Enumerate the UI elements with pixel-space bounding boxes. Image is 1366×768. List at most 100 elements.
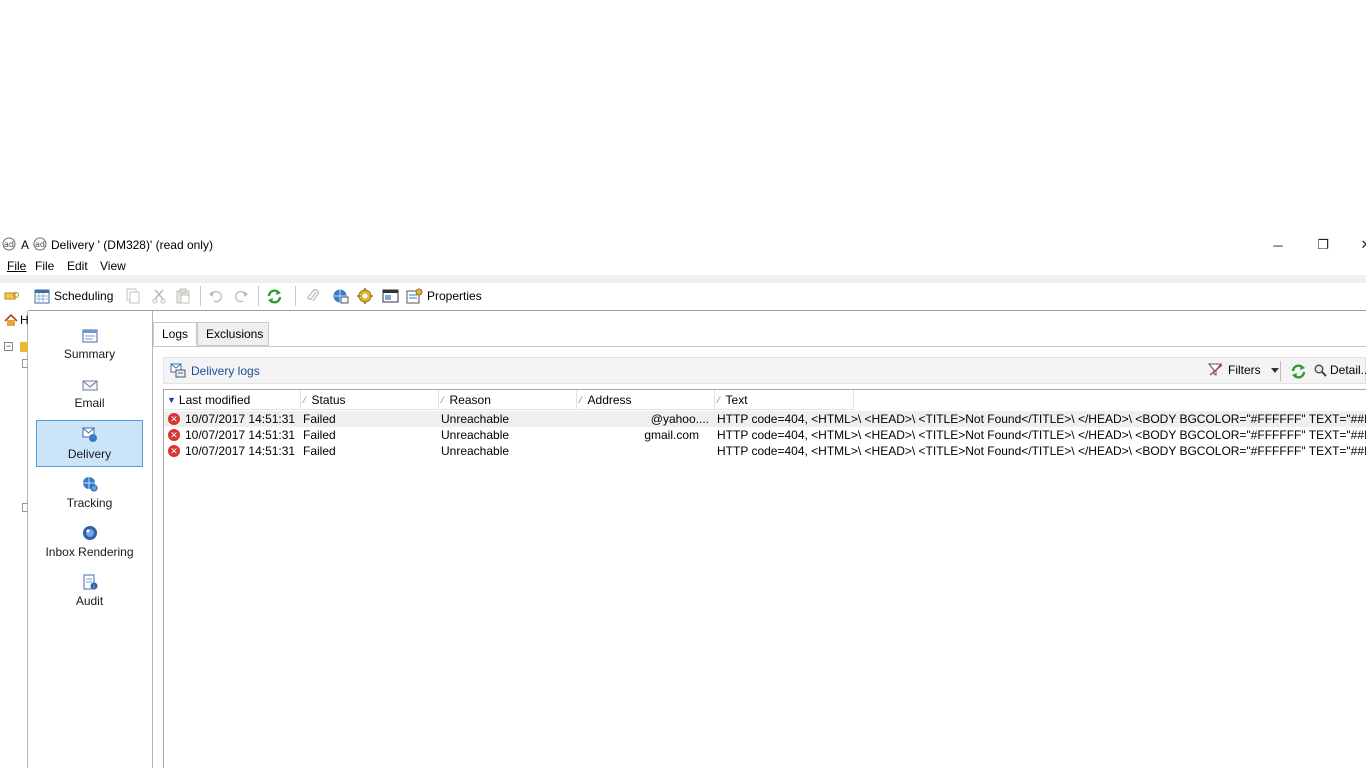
properties-button[interactable]: Properties (406, 287, 482, 305)
folder-key-icon[interactable] (4, 287, 20, 305)
table-row[interactable]: ✕ 10/07/2017 14:51:31 Failed Unreachable… (164, 411, 1366, 427)
email-icon (82, 378, 98, 392)
filters-button[interactable]: Filters (1208, 363, 1279, 377)
sort-indicator-icon: ⁄ (580, 394, 582, 405)
cell-reason: Unreachable (441, 428, 510, 442)
nav-delivery[interactable]: Delivery (36, 420, 143, 467)
cell-last-modified: 10/07/2017 14:51:31 (185, 412, 296, 426)
attachment-icon[interactable] (306, 287, 320, 305)
menu-view[interactable]: View (100, 259, 126, 273)
table-row[interactable]: ✕ 10/07/2017 14:51:31 Failed Unreachable… (164, 443, 1366, 459)
cell-status: Failed (303, 444, 336, 458)
window-title: Delivery ' (DM328)' (read only) (51, 238, 213, 252)
column-header-label: Text (725, 392, 748, 407)
cell-text: HTTP code=404, <HTML>\ <HEAD>\ <TITLE>No… (717, 428, 1366, 442)
refresh-icon[interactable] (266, 287, 283, 305)
column-header-label: Address (587, 392, 632, 407)
tab-exclusions[interactable]: Exclusions (197, 322, 269, 346)
delivery-logs-label: Delivery logs (191, 363, 260, 378)
delivery-app-icon: ad (33, 237, 47, 251)
delivery-logs-link[interactable]: Delivery logs (170, 363, 260, 378)
undo-icon[interactable] (208, 287, 224, 305)
column-header-text[interactable]: ⁄ Text (715, 390, 854, 410)
nav-tracking[interactable]: Tracking (36, 470, 143, 516)
nav-audit[interactable]: i Audit (36, 568, 143, 614)
nav-summary-label: Summary (63, 347, 116, 361)
column-header-label: Status (311, 392, 346, 407)
detail-button[interactable]: Detail... (1314, 363, 1366, 377)
toolbar-separator (258, 286, 259, 306)
web-delivery-icon[interactable] (332, 287, 349, 305)
menu-edit[interactable]: Edit (67, 259, 88, 273)
nav-email[interactable]: Email (36, 372, 143, 418)
close-button[interactable]: ✕ (1356, 236, 1366, 254)
nav-delivery-label: Delivery (67, 447, 112, 461)
toolbar: Scheduling Properties (0, 283, 1366, 309)
column-header-status[interactable]: ⁄ Status (301, 390, 439, 410)
settings-globe-icon[interactable] (357, 287, 374, 305)
properties-icon (406, 288, 423, 304)
nav-inbox-rendering[interactable]: Inbox Rendering (36, 519, 143, 565)
cell-text: HTTP code=404, <HTML>\ <HEAD>\ <TITLE>No… (717, 444, 1366, 458)
toolbar-border (28, 310, 1366, 311)
column-header-reason[interactable]: ⁄ Reason (439, 390, 577, 410)
column-header-last-modified[interactable]: ▼ Last modified (164, 390, 301, 410)
sort-indicator-icon: ⁄ (442, 394, 444, 405)
nav-summary[interactable]: Summary (36, 323, 143, 369)
column-header-label: Reason (449, 392, 491, 407)
svg-text:ad: ad (35, 240, 45, 249)
menu-file[interactable]: File (35, 259, 54, 273)
paste-icon[interactable] (176, 287, 191, 305)
logs-toolbar: Delivery logs Filters Detail... (163, 357, 1366, 384)
cut-icon[interactable] (152, 287, 166, 305)
svg-text:i: i (93, 585, 94, 591)
nav-tracking-label: Tracking (66, 496, 113, 510)
calendar-icon (34, 288, 50, 304)
logs-table: ▼ Last modified ⁄ Status ⁄ Reason ⁄ Addr… (163, 389, 1366, 768)
app-icon: ad (2, 237, 16, 251)
cell-status: Failed (303, 412, 336, 426)
cell-address: gmail.com (644, 428, 699, 442)
magnifier-icon (1314, 364, 1327, 377)
sort-indicator-icon: ⁄ (304, 394, 306, 405)
delivery-icon (82, 427, 98, 443)
tracking-icon (82, 476, 98, 492)
svg-text:ad: ad (4, 240, 14, 249)
column-header-address[interactable]: ⁄ Address (577, 390, 715, 410)
cell-address: @yahoo.... (650, 412, 709, 426)
menu-file-main[interactable]: File (7, 259, 26, 273)
delivery-nav-panel: Summary Email Delivery Tracking Inbox Re… (28, 311, 153, 768)
scheduling-label: Scheduling (54, 289, 114, 303)
refresh-list-icon[interactable] (1290, 363, 1307, 380)
menu-bar: File File Edit View (0, 257, 1366, 275)
collapse-toggle[interactable]: − (4, 342, 13, 351)
minimize-button[interactable]: ─ (1268, 236, 1288, 254)
inbox-rendering-icon (82, 525, 98, 541)
sort-indicator-icon: ⁄ (718, 394, 720, 405)
tab-logs[interactable]: Logs (153, 322, 197, 346)
explorer-tree: H − (0, 311, 30, 768)
summary-icon (82, 329, 98, 343)
toolbar-separator (200, 286, 201, 306)
copy-icon[interactable] (126, 287, 140, 305)
properties-label: Properties (427, 289, 482, 303)
redo-icon[interactable] (233, 287, 249, 305)
nav-email-label: Email (74, 396, 105, 410)
tab-border (153, 346, 1366, 347)
filter-icon (1208, 363, 1224, 377)
nav-inbox-rendering-label: Inbox Rendering (45, 545, 134, 559)
column-header-label: Last modified (178, 392, 251, 407)
cell-last-modified: 10/07/2017 14:51:31 (185, 428, 296, 442)
title-bar: ad A ad Delivery ' (DM328)' (read only) … (0, 234, 1366, 256)
window-preview-icon[interactable] (382, 287, 399, 305)
cell-status: Failed (303, 428, 336, 442)
home-icon[interactable] (4, 314, 18, 327)
error-icon: ✕ (168, 445, 180, 457)
restore-button[interactable]: ❐ (1313, 236, 1333, 254)
cell-text: HTTP code=404, <HTML>\ <HEAD>\ <TITLE>No… (717, 412, 1366, 426)
dropdown-arrow-icon (1270, 367, 1279, 373)
table-row[interactable]: ✕ 10/07/2017 14:51:31 Failed Unreachable… (164, 427, 1366, 443)
audit-icon: i (82, 574, 98, 590)
error-icon: ✕ (168, 429, 180, 441)
scheduling-button[interactable]: Scheduling (34, 287, 113, 305)
